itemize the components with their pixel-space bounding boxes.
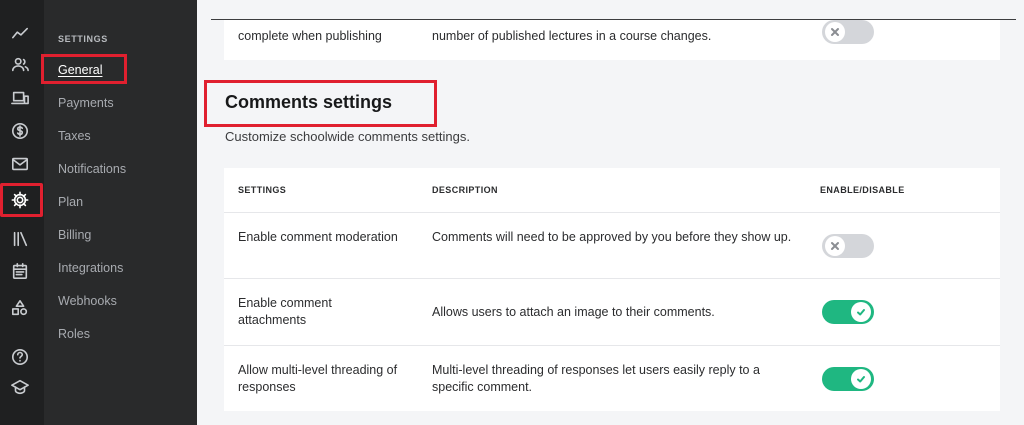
sidebar-heading: SETTINGS	[58, 34, 108, 44]
sidebar-item-notifications[interactable]: Notifications	[58, 162, 126, 176]
library-icon[interactable]	[9, 228, 31, 250]
check-icon	[857, 309, 865, 316]
mail-icon[interactable]	[9, 153, 31, 175]
setting-description: Allows users to attach an image to their…	[432, 305, 715, 319]
calendar-icon[interactable]	[9, 260, 31, 282]
toggle-knob	[851, 369, 871, 389]
comments-settings-table: SETTINGS DESCRIPTION ENABLE/DISABLE Enab…	[224, 168, 1000, 411]
trend-icon[interactable]	[9, 23, 31, 45]
check-icon	[857, 376, 865, 383]
setting-name: Allow multi-level threading of responses	[238, 363, 398, 394]
multi-level-threading-toggle[interactable]	[822, 367, 874, 391]
sidebar-item-integrations[interactable]: Integrations	[58, 261, 123, 275]
sidebar-item-roles[interactable]: Roles	[58, 327, 90, 341]
previous-row-toggle[interactable]	[822, 20, 874, 44]
setting-description: Comments will need to be approved by you…	[432, 230, 792, 244]
toggle-knob	[825, 236, 845, 256]
previous-settings-card: complete when publishing number of publi…	[224, 20, 1000, 60]
comment-attachments-toggle[interactable]	[822, 300, 874, 324]
icon-rail	[0, 0, 44, 425]
sidebar-item-billing[interactable]: Billing	[58, 228, 91, 242]
toggle-knob	[851, 302, 871, 322]
sidebar-item-webhooks[interactable]: Webhooks	[58, 294, 117, 308]
help-icon[interactable]	[9, 346, 31, 368]
previous-row-name: complete when publishing	[238, 29, 382, 43]
graduation-cap-icon[interactable]	[9, 376, 31, 398]
x-icon	[831, 242, 839, 250]
title-highlight-box	[204, 80, 437, 127]
header-settings: SETTINGS	[238, 185, 287, 195]
header-description: DESCRIPTION	[432, 185, 498, 195]
shapes-icon[interactable]	[9, 297, 31, 319]
header-enable-disable: ENABLE/DISABLE	[820, 185, 905, 195]
table-row: Enable comment attachments Allows users …	[224, 278, 1000, 345]
setting-name: Enable comment attachments	[238, 296, 332, 327]
previous-row-description: number of published lectures in a course…	[432, 29, 712, 43]
sidebar-item-payments[interactable]: Payments	[58, 96, 114, 110]
sidebar-item-taxes[interactable]: Taxes	[58, 129, 91, 143]
comment-moderation-toggle[interactable]	[822, 234, 874, 258]
general-highlight-box	[41, 54, 127, 84]
main-content: complete when publishing number of publi…	[197, 0, 1024, 425]
toggle-knob	[825, 22, 845, 42]
setting-description: Multi-level threading of responses let u…	[432, 363, 760, 394]
gear-highlight-box	[0, 183, 43, 217]
settings-sidebar: SETTINGS General Payments Taxes Notifica…	[41, 0, 197, 425]
setting-name: Enable comment moderation	[238, 230, 398, 244]
devices-icon[interactable]	[9, 87, 31, 109]
table-row: Enable comment moderation Comments will …	[224, 212, 1000, 278]
sidebar-item-plan[interactable]: Plan	[58, 195, 83, 209]
dollar-icon[interactable]	[9, 120, 31, 142]
x-icon	[831, 28, 839, 36]
users-icon[interactable]	[9, 54, 31, 76]
section-subtitle: Customize schoolwide comments settings.	[225, 129, 470, 144]
table-row: Allow multi-level threading of responses…	[224, 345, 1000, 411]
